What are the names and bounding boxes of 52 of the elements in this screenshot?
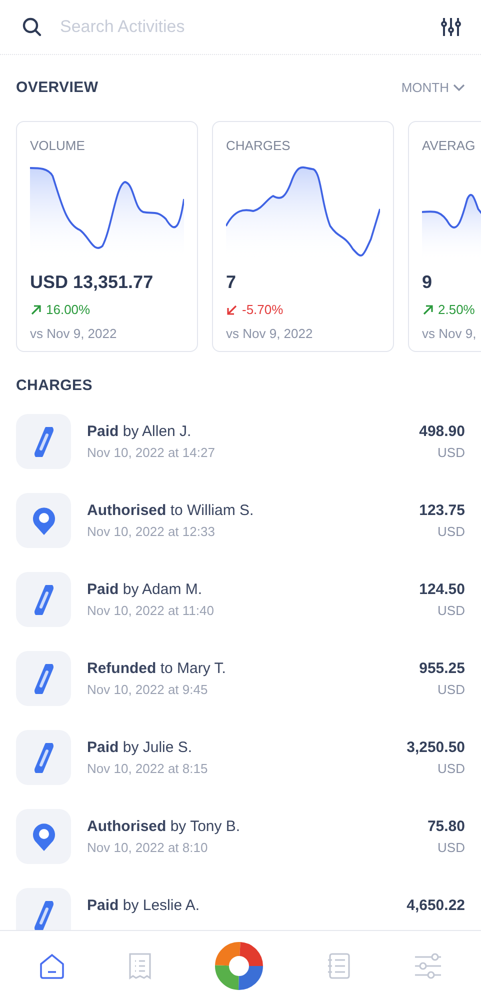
- charge-amount: 123.75: [419, 500, 465, 520]
- currency-label: USD: [436, 839, 465, 857]
- charge-title: Paid by Allen J.: [87, 422, 192, 442]
- charge-title: Paid by Adam M.: [87, 580, 204, 600]
- compare-date: vs Nov 9, 2022: [226, 324, 314, 342]
- charge-title: Paid by Julie S.: [87, 738, 194, 758]
- currency-label: USD: [436, 681, 465, 699]
- charge-amount: 75.80: [427, 816, 465, 836]
- stat-card[interactable]: VOLUME USD 13,351.77 16.00% vs Nov 9, 2022: [16, 121, 198, 352]
- charge-date: Nov 10, 2022 at 11:40: [87, 602, 215, 620]
- charge-date: Nov 10, 2022 at 8:15: [87, 760, 209, 778]
- location-pin-icon: [30, 822, 56, 852]
- compare-date: vs Nov 9,: [422, 324, 478, 342]
- home-icon[interactable]: [38, 952, 66, 980]
- currency-label: USD: [436, 444, 465, 462]
- stat-card[interactable]: CHARGES 7 -5.70% vs Nov 9, 2022: [212, 121, 394, 352]
- card-label: VOLUME: [30, 137, 86, 155]
- card-value: USD 13,351.77: [30, 271, 154, 294]
- sliders-icon[interactable]: [412, 952, 443, 980]
- card-label: AVERAG: [422, 137, 476, 155]
- charge-amount: 498.90: [419, 422, 465, 442]
- charge-date: Nov 10, 2022 at 12:33: [87, 523, 216, 541]
- charge-date: Nov 10, 2022 at 9:45: [87, 681, 209, 699]
- change-value: 2.50%: [438, 301, 475, 319]
- charge-date: Nov 10, 2022 at 8:10: [87, 839, 209, 857]
- filter-icon[interactable]: [441, 17, 461, 37]
- charge-title: Authorised by Tony B.: [87, 816, 242, 836]
- charge-title: Refunded to Mary T.: [87, 658, 227, 678]
- change-value: -5.70%: [242, 301, 284, 319]
- card-value: 7: [226, 271, 238, 294]
- currency-label: USD: [436, 602, 465, 620]
- search-icon[interactable]: [22, 17, 42, 37]
- change-value: 16.00%: [46, 301, 90, 319]
- search-field[interactable]: Search Activities: [58, 13, 425, 41]
- charge-title: Paid by Leslie A.: [87, 896, 201, 916]
- compare-date: vs Nov 9, 2022: [30, 324, 118, 342]
- charge-amount: 955.25: [419, 658, 465, 678]
- charge-date: Nov 10, 2022 at 14:27: [87, 444, 216, 462]
- location-pin-icon: [30, 506, 56, 536]
- currency-label: USD: [436, 760, 465, 778]
- chevron-down-icon: [453, 84, 465, 92]
- charge-amount: 3,250.50: [406, 738, 465, 758]
- stat-card[interactable]: AVERAG 9 2.50% vs Nov 9,: [408, 121, 481, 352]
- charge-amount: 4,650.22: [406, 896, 465, 916]
- logo-icon[interactable]: [214, 940, 264, 990]
- card-label: CHARGES: [226, 137, 292, 155]
- section-title: OVERVIEW: [16, 78, 98, 98]
- currency-label: USD: [436, 523, 465, 541]
- charge-amount: 124.50: [419, 580, 465, 600]
- section-title: CHARGES: [16, 377, 92, 394]
- charge-title: Authorised to William S.: [87, 500, 255, 520]
- card-value: 9: [422, 271, 434, 294]
